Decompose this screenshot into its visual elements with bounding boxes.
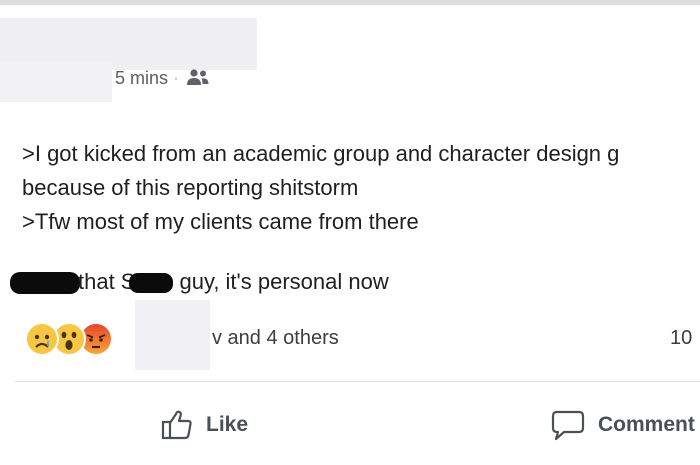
likers-text[interactable]: v and 4 others (212, 327, 339, 350)
liker-avatar-redacted (135, 300, 210, 370)
friends-icon[interactable] (186, 68, 210, 88)
reaction-icons[interactable] (25, 322, 125, 358)
post-line-4: that S guy, it's personal now (10, 265, 389, 299)
like-label: Like (206, 413, 249, 436)
sad-emoji-icon[interactable] (25, 322, 59, 356)
comment-button[interactable]: Comment (550, 405, 695, 445)
post-line-1: >I got kicked from an academic group and… (22, 141, 620, 166)
separator-dot: · (174, 71, 179, 85)
post-line-4-part2: guy, it's personal now (179, 269, 389, 294)
post-body: >I got kicked from an academic group and… (22, 137, 700, 239)
redaction-mark (10, 272, 80, 295)
like-button[interactable]: Like (160, 405, 248, 445)
comment-label: Comment (598, 413, 695, 436)
top-border (0, 0, 700, 5)
post-line-4-part1: that S (78, 269, 136, 294)
avatar-redacted[interactable] (0, 62, 112, 102)
redaction-mark (129, 273, 174, 294)
post-line-2: because of this reporting shitstorm (22, 175, 359, 200)
divider (15, 381, 700, 382)
post-line-3: >Tfw most of my clients came from there (22, 209, 419, 234)
timestamp[interactable]: 5 mins (115, 68, 168, 89)
comment-count[interactable]: 10 (670, 327, 700, 350)
post-meta: 5 mins · (115, 66, 210, 90)
comment-icon (550, 408, 586, 442)
thumbs-up-icon (160, 408, 194, 442)
